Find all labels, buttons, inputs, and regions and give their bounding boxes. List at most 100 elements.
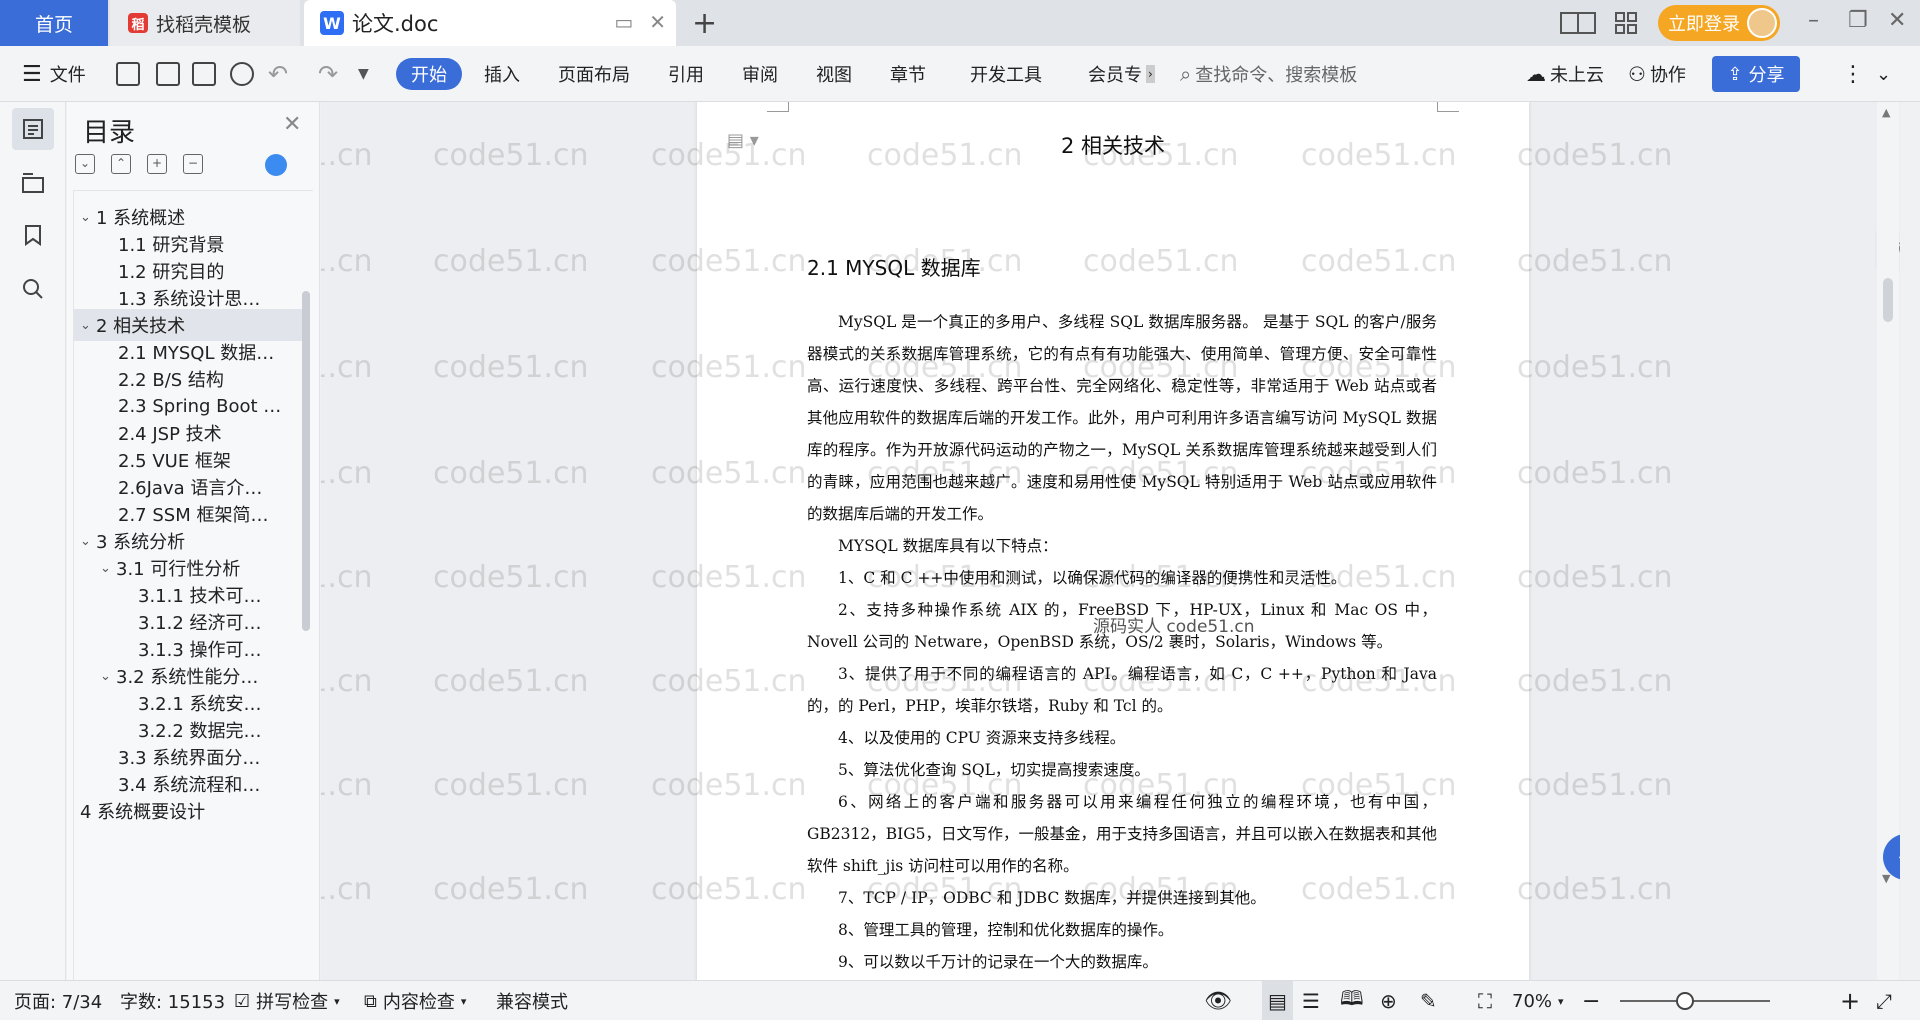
more-options-icon[interactable]: ⋮ [1842,46,1864,102]
tab-daoke-label: 找稻壳模板 [156,13,252,36]
watermark-text: code51.cn [433,560,589,595]
tab-document[interactable]: W 论文.doc ▭ ✕ [304,0,676,46]
word-count[interactable]: 字数: 15153 [120,981,225,1020]
zoom-slider[interactable] [1620,1000,1770,1002]
tab-view[interactable]: 视图 [816,46,852,102]
watermark-text: code51.cn [1517,138,1673,173]
command-search[interactable]: ⌕ 查找命令、搜索模板 [1180,46,1357,102]
reading-view-icon[interactable]: 🕮 [1340,981,1364,1020]
bookmark-icon[interactable] [12,214,54,256]
export-pdf-icon[interactable] [156,46,180,102]
toc-panel: 目录 ✕ ⌄ ⌃ + − ⌄ 1 系统概述 1.1 研究背景 1.2 研究目的 1.3 … [67,102,320,980]
navigation-pane-icon[interactable] [12,162,54,204]
fullscreen-icon[interactable]: ⤢ [1876,981,1892,1020]
file-menu-label: 文件 [49,65,86,86]
more-tabs-icon[interactable]: › [1146,65,1155,83]
chevron-down-icon[interactable]: ⌄ [80,210,96,225]
tab-daoke-templates[interactable]: 稻 找稻壳模板 [110,0,300,46]
toc-scrollbar[interactable] [302,291,310,631]
collaborate-button[interactable]: ⚇ 协作 [1628,46,1686,102]
toc-item-label: 2.7 SSM 框架简… [118,505,269,526]
chapter-heading: 2 相关技术 [1060,134,1166,158]
login-button[interactable]: 立即登录 [1658,5,1780,41]
watermark-text: code51.cn [321,768,373,803]
toc-item-label: 2 相关技术 [96,316,186,337]
scroll-up-icon[interactable]: ▲ [1882,106,1890,119]
spell-check-button[interactable]: ☑ 拼写检查 ▾ [234,981,340,1020]
chevron-down-icon[interactable]: ⌄ [100,561,116,576]
tab-page-layout[interactable]: 页面布局 [558,46,630,102]
zoom-dropdown[interactable]: 70% ▾ [1512,981,1564,1020]
close-icon[interactable]: ✕ [283,112,301,137]
tab-home[interactable]: 首页 [0,0,108,46]
collapse-all-icon[interactable]: ⌃ [111,154,131,174]
apps-grid-icon[interactable] [1614,0,1638,46]
close-window-icon[interactable]: ✕ [1888,8,1906,33]
web-view-icon[interactable]: ⊕ [1380,981,1397,1020]
tab-dev-tools[interactable]: 开发工具 [970,46,1042,102]
fit-page-icon[interactable]: ⛶ [1478,981,1492,1020]
remove-heading-icon[interactable]: − [183,154,203,174]
list-item: 1、C 和 C ++中使用和测试，以确保源代码的编译器的便携性和灵活性。 [838,569,1347,587]
redo-icon[interactable]: ↷ [318,46,338,102]
add-heading-icon[interactable]: + [147,154,167,174]
undo-icon[interactable]: ↶ [268,46,288,102]
page-indicator[interactable]: 页面: 7/34 [14,981,102,1020]
cloud-status-button[interactable]: ☁ 未上云 [1526,46,1604,102]
content-check-button[interactable]: ⧉ 内容检查 ▾ [364,981,466,1020]
watermark-text: code51.cn [1517,768,1673,803]
collaborate-label: 协作 [1649,65,1686,86]
page-view-icon[interactable]: ▤ [1262,981,1293,1020]
file-menu-button[interactable]: ☰ 文件 [22,46,86,102]
print-icon[interactable] [192,46,216,102]
avatar [1747,8,1777,38]
save-icon[interactable] [116,46,140,102]
tab-member[interactable]: 会员专 › [1088,46,1155,102]
content-check-label: 内容检查 [382,992,455,1013]
document-page[interactable]: ▤ ▾ 2 相关技术 2.1 MYSQL 数据库 MySQL 是一个真正的多用户… [697,102,1529,980]
zoom-slider-handle[interactable] [1676,992,1694,1010]
scroll-thumb[interactable] [1883,278,1893,322]
zoom-value: 70% [1512,990,1553,1012]
toc-item-label: 2.1 MYSQL 数据… [118,343,275,364]
eye-protection-icon[interactable]: 👁 [1204,981,1232,1020]
tab-bar: 首页 稻 找稻壳模板 W 论文.doc ▭ ✕ + 立即登录 – ❐ ✕ [0,0,1920,46]
chevron-down-icon[interactable]: ⌄ [100,669,116,684]
list-item: 5、算法优化查询 SQL，切实提高搜索速度。 [838,761,1150,779]
tab-chapter[interactable]: 章节 [890,46,926,102]
print-preview-icon[interactable] [230,46,254,102]
zoom-in-icon[interactable]: + [1840,981,1860,1020]
quick-access-dropdown-icon[interactable]: ▼ [358,46,369,102]
collapse-ribbon-icon[interactable]: ⌄ [1876,46,1891,102]
toc-title: 目录 [83,118,136,148]
outline-view-icon[interactable]: ☰ [1302,981,1320,1020]
document-body: MySQL 是一个真正的多用户、多线程 SQL 数据库服务器。 是基于 SQL … [807,306,1437,978]
layout-toggle-icon[interactable] [1560,0,1596,46]
find-icon[interactable] [12,268,54,310]
write-mode-icon[interactable]: ✎ [1420,981,1437,1020]
chevron-down-icon[interactable]: ⌄ [80,534,96,549]
toc-panel-icon[interactable] [12,108,54,150]
new-tab-button[interactable]: + [692,6,717,41]
toc-item[interactable]: 4 系统概要设计 [74,795,302,827]
window-mode-icon[interactable]: ▭ [614,10,633,34]
list-item: 8、管理工具的管理，控制和优化数据库的操作。 [838,921,1174,939]
scroll-down-icon[interactable]: ▼ [1882,872,1890,885]
minimize-icon[interactable]: – [1808,8,1819,33]
watermark-text: code51.cn [433,350,589,385]
watermark-text: code51.cn [433,768,589,803]
chevron-down-icon[interactable]: ⌄ [80,318,96,333]
tab-insert[interactable]: 插入 [484,46,520,102]
floating-text: 源码实人 code51.cn [1093,617,1255,637]
maximize-icon[interactable]: ❐ [1848,8,1868,33]
tab-review[interactable]: 审阅 [742,46,778,102]
zoom-out-icon[interactable]: − [1582,981,1600,1020]
close-tab-icon[interactable]: ✕ [649,10,666,34]
tab-start[interactable]: 开始 [396,58,462,90]
expand-all-icon[interactable]: ⌄ [75,154,95,174]
smart-toc-icon[interactable] [265,154,287,176]
chevron-down-icon: ▾ [460,994,467,1008]
toc-item-label: 2.4 JSP 技术 [118,424,222,445]
share-button[interactable]: ⇪ 分享 [1712,56,1800,92]
tab-reference[interactable]: 引用 [668,46,704,102]
